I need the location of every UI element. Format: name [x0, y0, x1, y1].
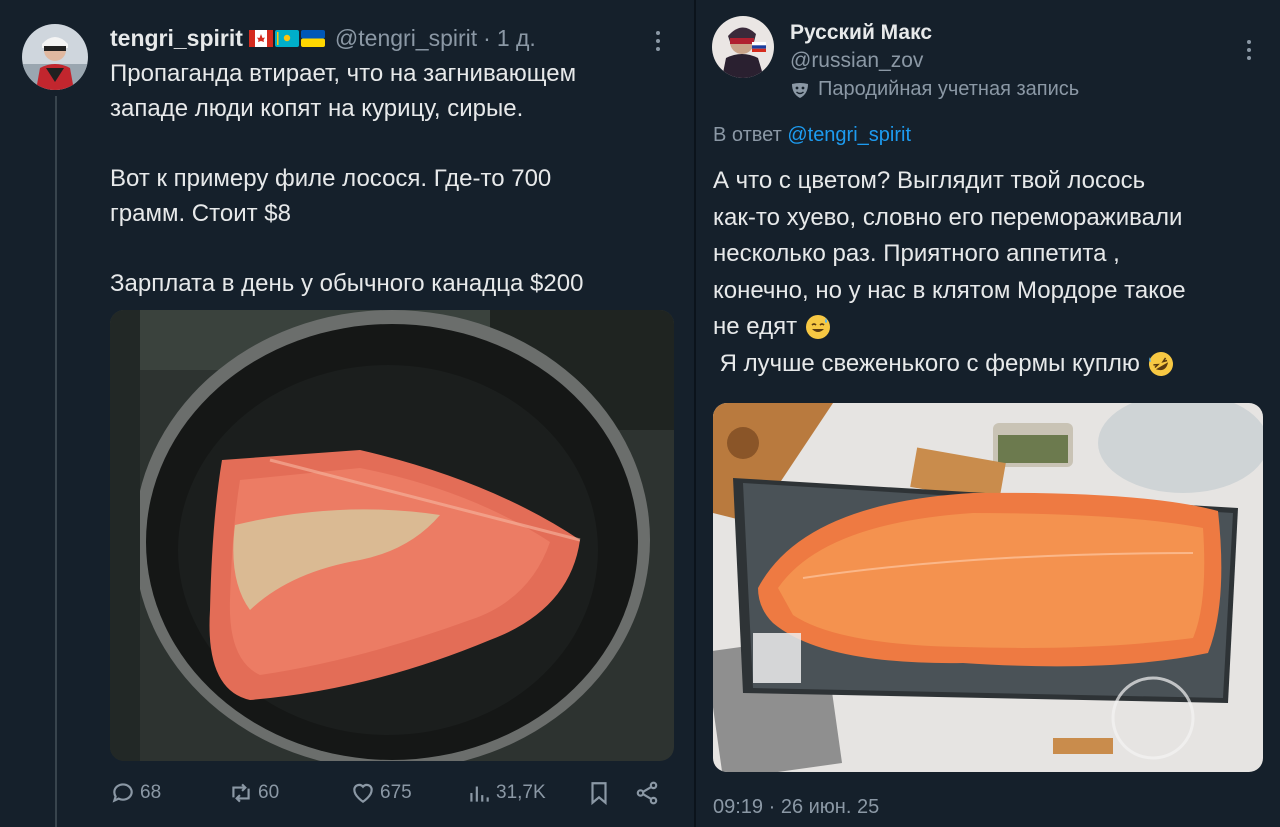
tweet-text-line: конечно, но у нас в клятом Мордоре такое [713, 276, 1186, 304]
reply-icon [112, 783, 133, 803]
tweet-text-line-wrapper: Я лучше свеженького с фермы куплю [713, 346, 1273, 383]
tweet-text-line: как-то хуево, словно его перемораживали [713, 203, 1183, 231]
views-button[interactable]: 31,7K [466, 780, 546, 806]
parody-mask-icon [792, 82, 808, 98]
reply-button[interactable]: 68 [110, 780, 161, 806]
tweet-image-salmon-in-pan[interactable] [110, 310, 674, 761]
bookmark-button[interactable] [586, 780, 612, 806]
tweet-text-line-wrapper: не едят [713, 309, 1273, 346]
tweet-text: А что с цветом? Выглядит твой лосось как… [713, 163, 1273, 382]
tweet-header: tengri_spirit @tengri_spirit · 1 д. [110, 23, 536, 53]
parody-label: Пародийная учетная запись [790, 78, 1079, 101]
more-options-icon[interactable] [1247, 36, 1251, 64]
tweet-text-line: Я лучше свеженького с фермы куплю [713, 349, 1140, 377]
share-button[interactable] [634, 780, 660, 806]
like-button[interactable]: 675 [350, 780, 412, 806]
handle[interactable]: @russian_zov [790, 49, 923, 73]
retweet-button[interactable]: 60 [228, 780, 279, 806]
display-name[interactable]: tengri_spirit [110, 25, 243, 52]
retweet-icon [232, 783, 250, 803]
tweet-text: Пропаганда втирает, что на загнивающем з… [110, 60, 584, 297]
tweet-timestamp[interactable]: 09:19 · 26 июн. 25 [713, 796, 879, 819]
retweet-count: 60 [258, 782, 280, 803]
tweet-image-salmon-fillet-package[interactable] [713, 403, 1263, 772]
reply-context: В ответ @tengri_spirit [713, 124, 911, 147]
like-count: 675 [380, 782, 412, 803]
heart-icon [353, 783, 373, 803]
reply-prefix: В ответ [713, 124, 782, 146]
thread-line [55, 96, 57, 827]
views-chart-icon [470, 786, 489, 802]
sweat-smile-emoji-icon [806, 315, 831, 340]
timestamp[interactable]: 1 д. [497, 25, 536, 52]
bookmark-icon [591, 782, 607, 806]
rofl-emoji-icon [1148, 351, 1173, 376]
kazakhstan-flag-icon [274, 29, 299, 47]
parody-text: Пародийная учетная запись [818, 78, 1080, 100]
tweet-text-line: А что с цветом? Выглядит твой лосось [713, 167, 1146, 194]
share-icon [636, 781, 658, 805]
display-name[interactable]: Русский Макс [790, 21, 932, 45]
avatar[interactable] [22, 24, 88, 90]
tweet-text-line: несколько раз. Приятного аппетита , [713, 240, 1120, 267]
avatar[interactable] [712, 16, 774, 78]
time-separator: · [483, 24, 491, 51]
canada-flag-icon [248, 29, 273, 47]
tweet-text-line: не едят [713, 313, 798, 340]
left-tweet[interactable]: tengri_spirit @tengri_spirit · 1 д. Проп… [0, 0, 694, 827]
reply-count: 68 [140, 782, 162, 803]
reply-to-link[interactable]: @tengri_spirit [787, 124, 911, 146]
more-options-icon[interactable] [656, 27, 660, 55]
ukraine-flag-icon [300, 29, 325, 47]
views-count: 31,7K [496, 782, 546, 803]
right-tweet[interactable]: Русский Макс @russian_zov Пародийная уче… [696, 0, 1280, 827]
handle[interactable]: @tengri_spirit [335, 25, 477, 52]
